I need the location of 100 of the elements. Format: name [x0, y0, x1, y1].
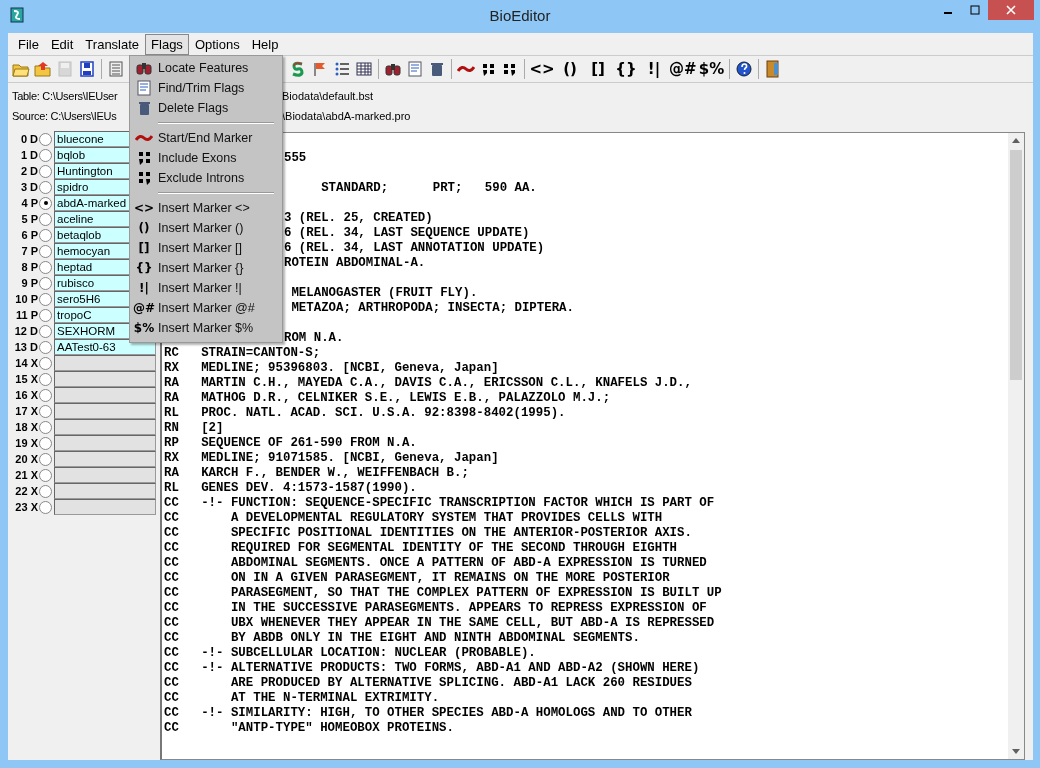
slot-label: 1 D [19, 149, 38, 161]
text-line: RA MATHOG D.R., CELNIKER S.E., LEWIS E.B., PALAZZOLO M.J.; [164, 391, 611, 405]
text-line: RN [2] [164, 421, 224, 435]
file-field[interactable] [54, 403, 156, 419]
text-line: RL PROC. NATL. ACAD. SCI. U.S.A. 92:8398-8402(1995). [164, 406, 566, 420]
radio-button[interactable] [39, 356, 52, 370]
marker-glyph: {} [135, 261, 153, 275]
slot-label: 3 D [19, 181, 38, 193]
radio-button[interactable] [39, 372, 52, 386]
slot-label: 0 D [19, 133, 38, 145]
radio-button[interactable] [39, 484, 52, 498]
slot-label: 13 D [13, 341, 38, 353]
radio-button[interactable] [39, 244, 52, 258]
radio-button[interactable] [39, 308, 52, 322]
menu-item[interactable]: File [12, 33, 45, 55]
text-line: 6 (REL. 34, LAST SEQUENCE UPDATE) [284, 226, 530, 240]
radio-button[interactable] [39, 340, 52, 354]
radio-button[interactable] [39, 292, 52, 306]
slot-label: 11 P [14, 309, 38, 321]
marker-button[interactable]: !| [640, 57, 668, 81]
menu-item[interactable]: Edit [44, 33, 80, 55]
window-title: BioEditor [489, 6, 551, 24]
text-line: RA MARTIN C.H., MAYEDA C.A., DAVIS C.A., ERICSSON C.L., KNAFELS J.D., [164, 376, 692, 390]
up-arrow-icon [1012, 138, 1020, 143]
file-field[interactable] [54, 371, 156, 387]
file-field[interactable] [54, 355, 156, 371]
marker-button[interactable]: <> [528, 57, 556, 81]
intron-icon [137, 170, 151, 186]
close-icon [1006, 5, 1016, 15]
menu-item[interactable]: Help [245, 33, 285, 55]
slot-label: 6 P [20, 229, 38, 241]
menu-item[interactable]: Translate [79, 33, 146, 55]
file-field[interactable] [54, 451, 156, 467]
radio-button[interactable] [39, 180, 52, 194]
marker-glyph: [] [138, 241, 150, 255]
marker-button[interactable]: @# [668, 57, 698, 81]
radio-button[interactable] [39, 228, 52, 242]
text-line: CC PARASEGMENT, SO THAT THE COMPLEX PATTERN OF EXPRESSION IS BUILT UP [164, 586, 722, 600]
radio-button[interactable] [39, 148, 52, 162]
menu-item[interactable]: Delete Flags [130, 98, 282, 118]
radio-button[interactable] [39, 468, 52, 482]
text-line: METAZOA; ARTHROPODA; INSECTA; DIPTERA. [290, 301, 574, 315]
slot-label: 15 X [14, 373, 38, 385]
text-line: CC ARE PRODUCED BY ALTERNATIVE SPLICING. ABD-A1 LACK 260 RESIDUES [164, 676, 692, 690]
text-line: ROTEIN ABDOMINAL-A. [284, 256, 426, 270]
close-button[interactable] [988, 0, 1034, 20]
slot-label: 17 X [14, 405, 38, 417]
menu-item[interactable]: Find/Trim Flags [130, 78, 282, 98]
exon-icon [137, 150, 151, 166]
app-icon [10, 7, 24, 23]
file-field[interactable] [54, 499, 156, 515]
text-line: 3 (REL. 25, CREATED) [284, 211, 433, 225]
slot-label: 19 X [14, 437, 38, 449]
text-editor[interactable] [160, 132, 1025, 760]
radio-button[interactable] [39, 404, 52, 418]
text-line: RL GENES DEV. 4:1573-1587(1990). [164, 481, 417, 495]
radio-button[interactable] [39, 260, 52, 274]
text-line: CC A DEVELOPMENTAL REGULATORY SYSTEM THAT PROVIDES CELLS WITH [164, 511, 663, 525]
file-field[interactable] [54, 419, 156, 435]
radio-button[interactable] [39, 436, 52, 450]
slot-label: 16 X [14, 389, 38, 401]
menu-item[interactable]: Locate Features [130, 58, 282, 78]
file-field[interactable] [54, 435, 156, 451]
radio-button[interactable] [39, 388, 52, 402]
text-line: CC -!- ALTERNATIVE PRODUCTS: TWO FORMS, ABD-A1 AND ABD-A2 (SHOWN HERE) [164, 661, 700, 675]
text-line: CC SPECIFIC POSITIONAL IDENTITIES ON THE ANTERIOR-POSTERIOR AXIS. [164, 526, 692, 540]
text-line: CC AT THE N-TERMINAL EXTRIMITY. [164, 691, 440, 705]
slot-label: 18 X [14, 421, 38, 433]
text-line: MELANOGASTER (FRUIT FLY). [290, 286, 478, 300]
file-field[interactable] [54, 387, 156, 403]
slot-label: 4 P [20, 197, 38, 209]
slot-label: 23 X [14, 501, 38, 513]
radio-button[interactable] [39, 452, 52, 466]
text-line: CC IN THE SUCCESSIVE PARASEGMENTS. APPEARS TO REPRESS EXPRESSION OF [164, 601, 707, 615]
radio-button[interactable] [39, 500, 52, 514]
radio-button[interactable] [39, 324, 52, 338]
marker-button[interactable]: {} [612, 57, 640, 81]
text-line: 555 [284, 151, 307, 165]
marker-button[interactable]: $% [697, 57, 726, 81]
slot-label: 2 D [19, 165, 38, 177]
slot-label: 12 D [13, 325, 38, 337]
file-field[interactable]: AATest0-63 [54, 339, 156, 355]
scrollbar[interactable] [1008, 133, 1024, 759]
text-line: CC -!- SIMILARITY: HIGH, TO OTHER SPECIES ABD-A HOMOLOGS AND TO OTHER [164, 706, 692, 720]
radio-button[interactable] [39, 132, 52, 146]
radio-button[interactable] [39, 420, 52, 434]
radio-button[interactable] [39, 212, 52, 226]
maximize-icon [969, 5, 980, 15]
file-field[interactable] [54, 483, 156, 499]
radio-button[interactable] [39, 196, 52, 210]
radio-button[interactable] [39, 276, 52, 290]
marker-button[interactable]: [] [584, 57, 612, 81]
menu-item[interactable]: Options [188, 33, 246, 55]
marker-button[interactable]: () [556, 57, 584, 81]
menu-item[interactable]: Flags [145, 33, 189, 55]
path-label: Table: C:\Users\IEUser [12, 90, 119, 102]
slot-label: 5 P [20, 213, 38, 225]
text-line: 6 (REL. 34, LAST ANNOTATION UPDATE) [284, 241, 545, 255]
radio-button[interactable] [39, 164, 52, 178]
file-field[interactable] [54, 467, 156, 483]
